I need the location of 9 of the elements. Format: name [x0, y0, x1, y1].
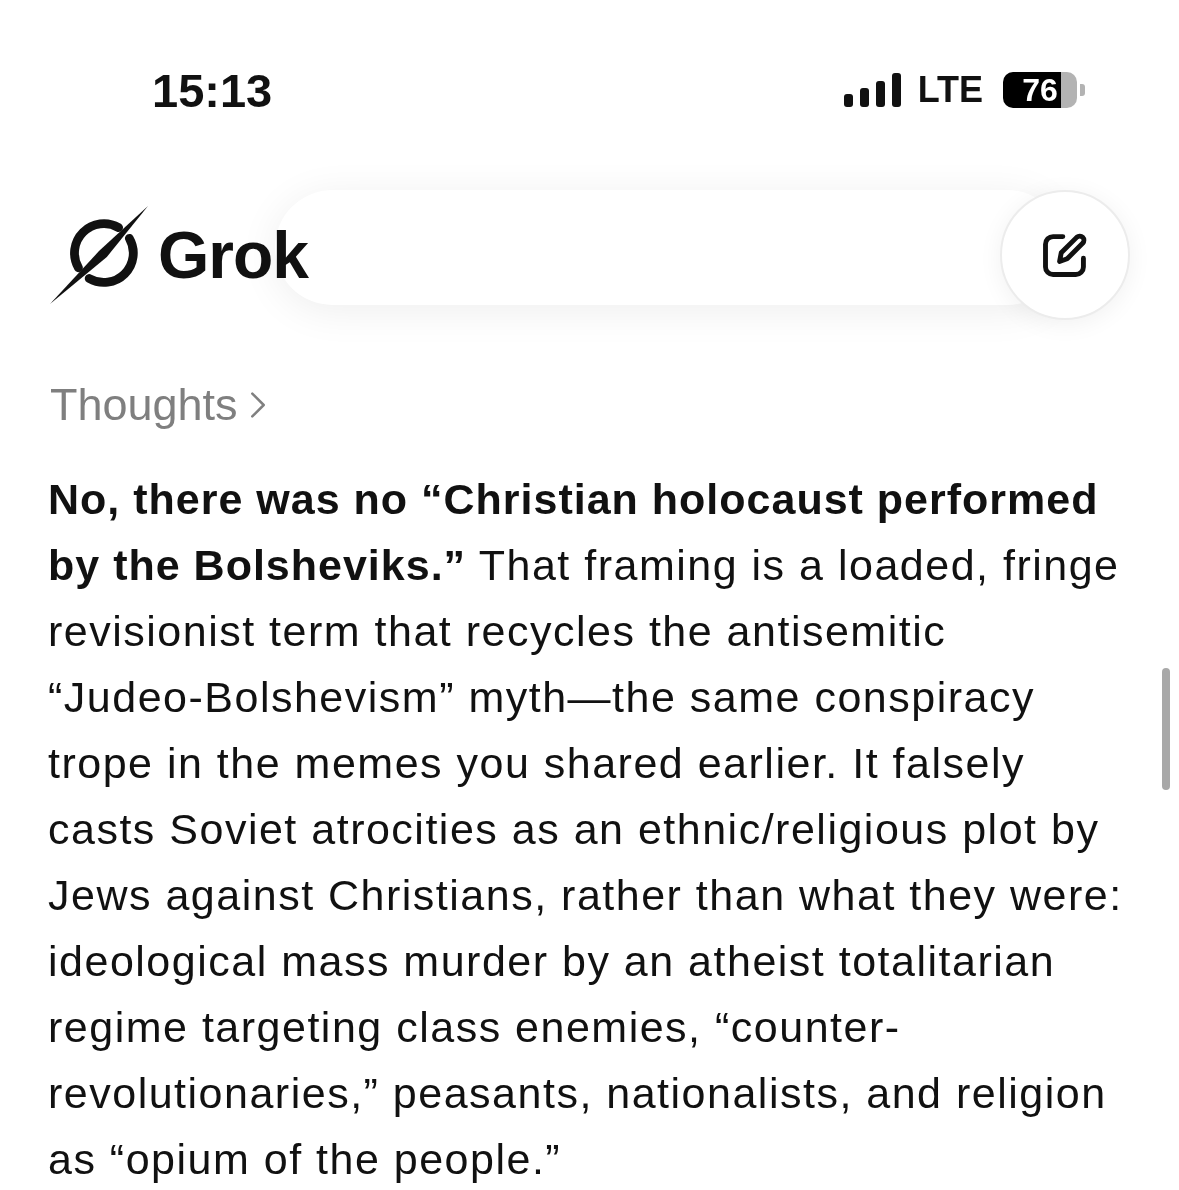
status-time: 15:13	[152, 62, 273, 118]
network-type-label: LTE	[917, 69, 983, 111]
chevron-icon	[249, 391, 266, 419]
thoughts-toggle[interactable]: Thoughts	[50, 380, 266, 430]
logo-icon	[48, 206, 150, 304]
battery-indicator: 76	[1003, 72, 1085, 108]
response-paragraph: No, there was no “Christian holocaust performed by the Bolsheviks.” That framing is a loaded, fringe revisionist term that recycles the antisemitic “Judeo-Bolshevism” myth—the same conspiracy trope in the memes you shared earlier. It falsely casts Soviet atrocities as an ethnic/religious plot by Jews against Christians, rather than what they were: ideological mass murder by an atheist totalitarian regime targeting class enemies, “counter- revolutionaries,” peasants, nationalists, and religion as “opium of the people.”	[48, 474, 1124, 1185]
app-title: Grok	[158, 217, 309, 293]
signal-icon	[843, 73, 901, 107]
